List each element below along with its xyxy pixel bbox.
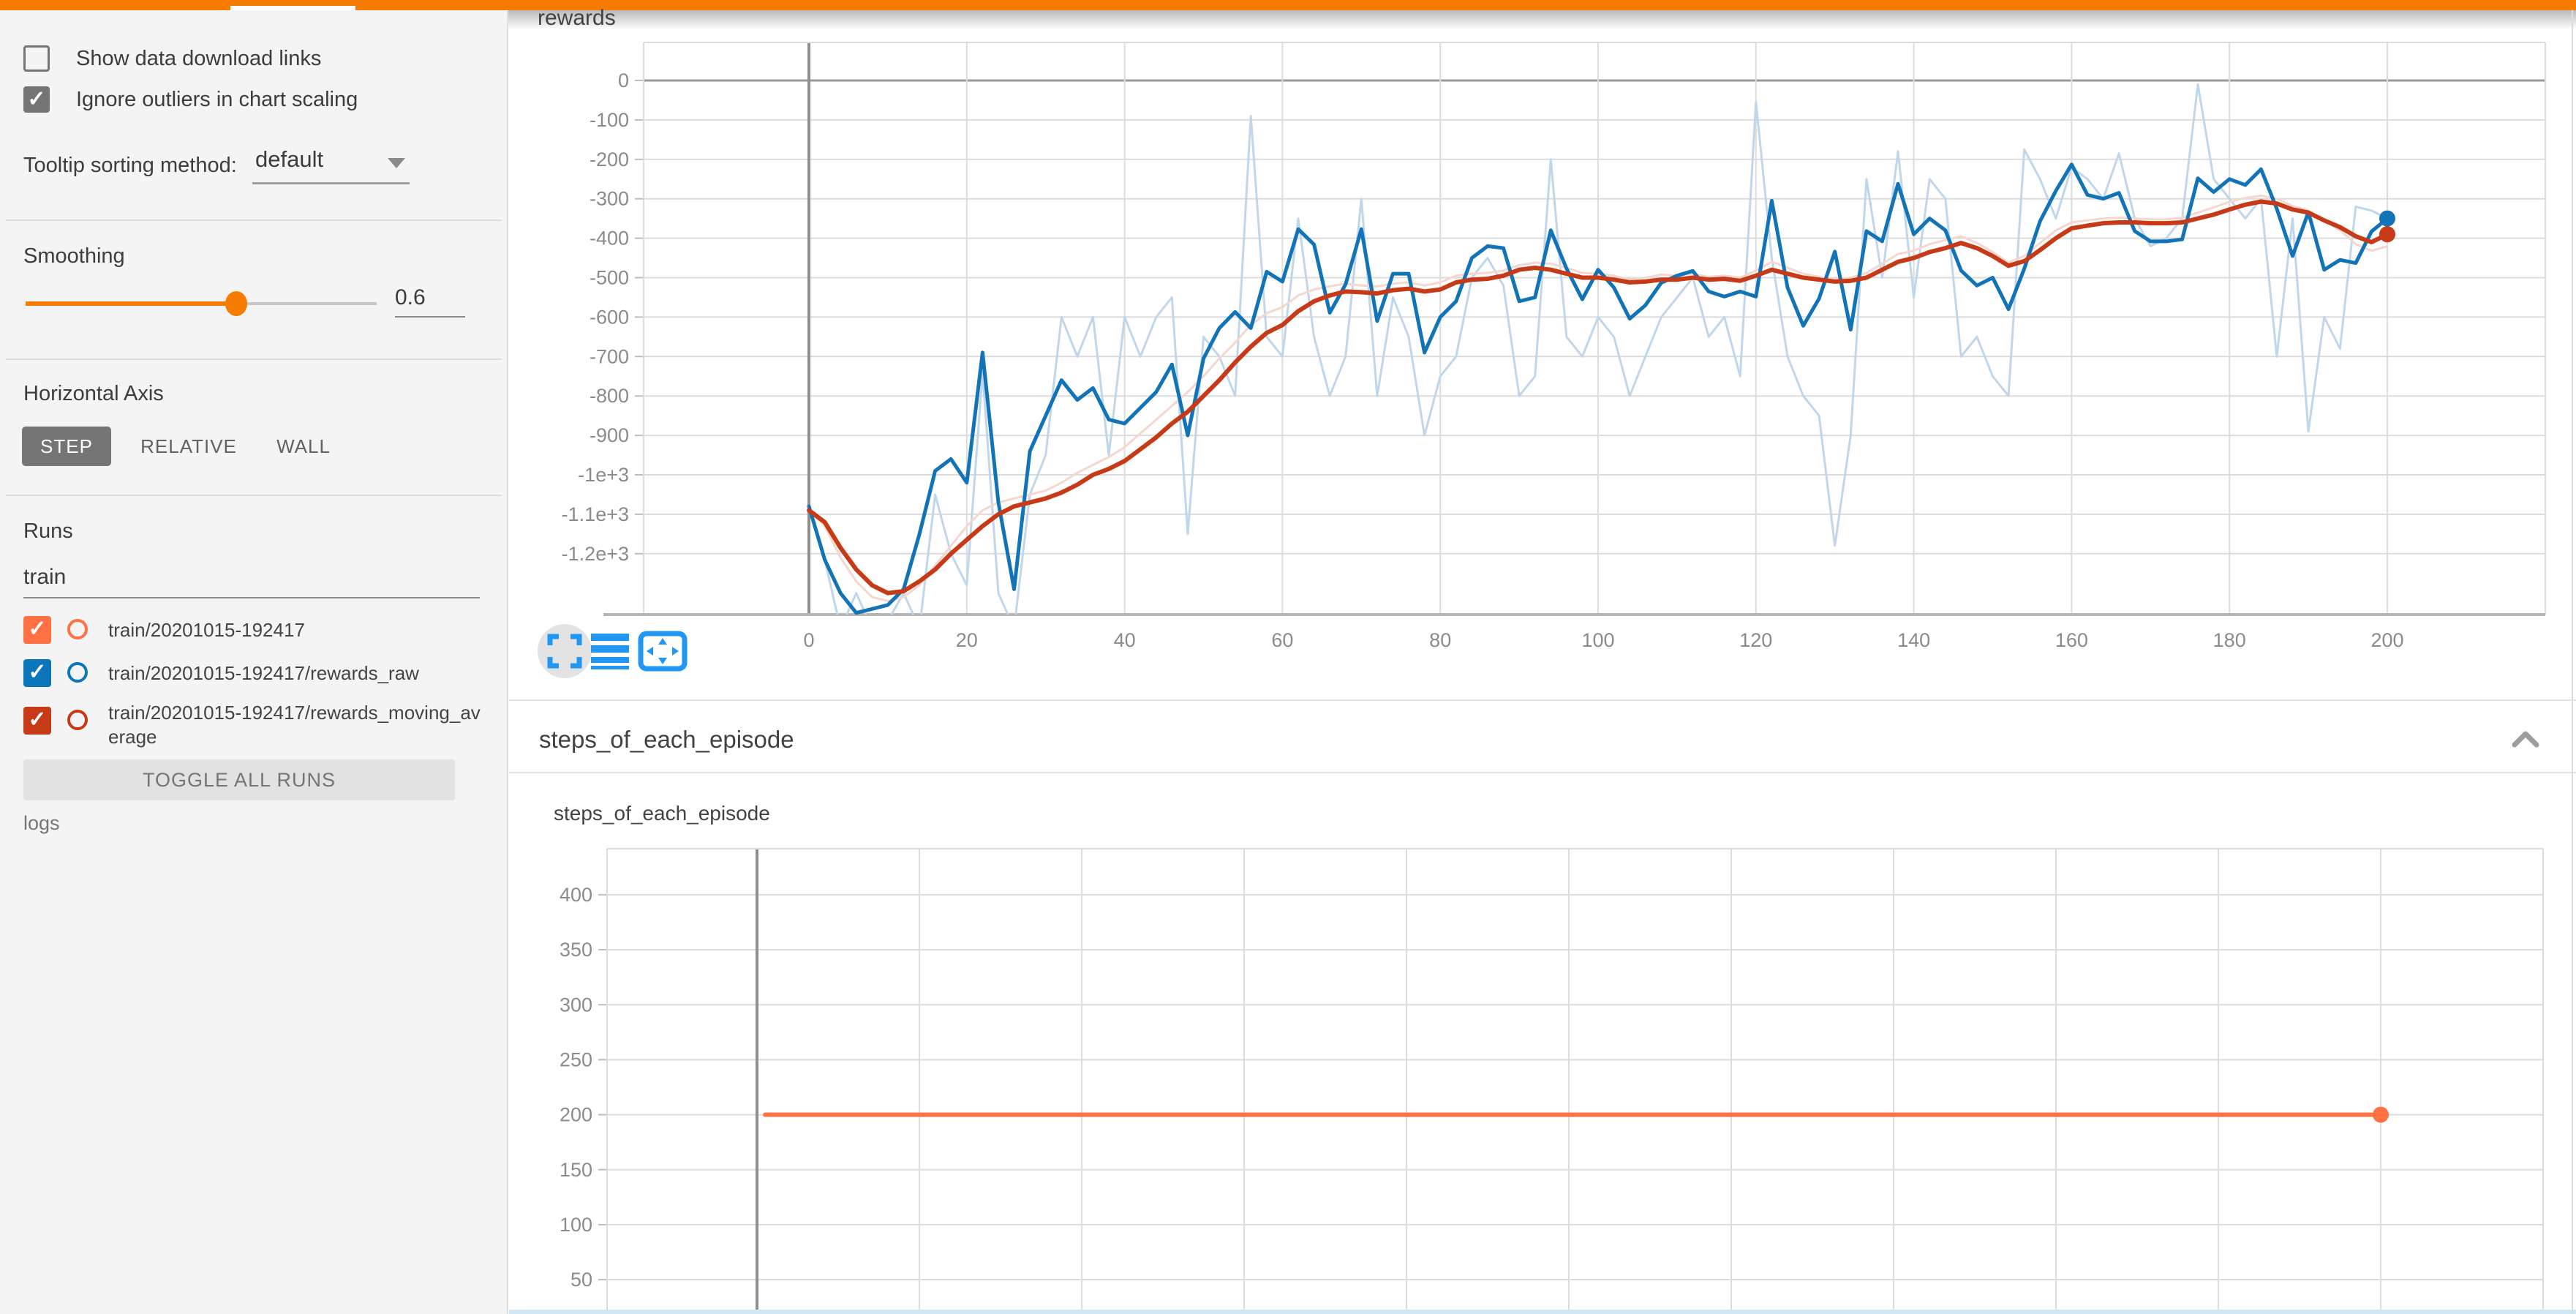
svg-text:80: 80 bbox=[1429, 629, 1451, 651]
tooltip-sorting-label: Tooltip sorting method: bbox=[23, 154, 237, 178]
logs-footer-label: logs bbox=[23, 812, 60, 835]
run-radio[interactable] bbox=[67, 619, 88, 639]
svg-text:250: 250 bbox=[560, 1048, 592, 1070]
steps-chart-title: steps_of_each_episode bbox=[554, 802, 770, 825]
divider bbox=[509, 699, 2576, 701]
data-series-button[interactable] bbox=[590, 632, 630, 670]
show-download-links-checkbox[interactable] bbox=[23, 45, 50, 72]
svg-text:-500: -500 bbox=[590, 267, 629, 289]
rewards-line-chart[interactable]: 0 -100 -200 -300 -400 -500 -600 -700 -800 -900 -1e… bbox=[509, 29, 2576, 658]
svg-text:160: 160 bbox=[2055, 629, 2088, 651]
settings-sidebar: Show data download links ✓ Ignore outlie… bbox=[0, 10, 508, 1314]
axis-step-button[interactable]: STEP bbox=[22, 427, 111, 466]
run-label: train/20201015-192417 bbox=[108, 619, 489, 642]
svg-text:-1e+3: -1e+3 bbox=[578, 464, 629, 486]
rewards-chart-title: rewards bbox=[538, 6, 616, 31]
divider bbox=[6, 495, 502, 496]
svg-text:60: 60 bbox=[1271, 629, 1293, 651]
divider bbox=[509, 772, 2576, 773]
expand-chart-button[interactable] bbox=[538, 624, 592, 678]
svg-text:0: 0 bbox=[803, 629, 814, 651]
svg-text:-200: -200 bbox=[590, 149, 629, 170]
data-series-icon bbox=[590, 632, 630, 670]
svg-text:120: 120 bbox=[1739, 629, 1772, 651]
svg-text:-100: -100 bbox=[590, 109, 629, 131]
svg-text:-700: -700 bbox=[590, 345, 629, 367]
tooltip-sorting-value: default bbox=[255, 146, 323, 173]
top-toolbar bbox=[0, 0, 2576, 10]
svg-text:180: 180 bbox=[2213, 629, 2246, 651]
toggle-all-runs-button[interactable]: TOGGLE ALL RUNS bbox=[23, 759, 455, 800]
chevron-up-icon bbox=[2507, 724, 2544, 754]
svg-text:-1.2e+3: -1.2e+3 bbox=[562, 543, 629, 565]
svg-text:350: 350 bbox=[560, 939, 592, 961]
tooltip-sorting-dropdown[interactable]: default bbox=[252, 146, 410, 184]
svg-text:-800: -800 bbox=[590, 385, 629, 407]
svg-text:-900: -900 bbox=[590, 424, 629, 446]
run-label: train/20201015-192417/rewards_moving_ave… bbox=[108, 701, 483, 749]
smoothing-value-input[interactable] bbox=[395, 285, 465, 318]
page-right-edge bbox=[2572, 10, 2573, 1314]
svg-text:20: 20 bbox=[956, 629, 978, 651]
divider bbox=[6, 358, 502, 360]
ignore-outliers-label: Ignore outliers in chart scaling bbox=[76, 88, 358, 112]
run-checkbox[interactable]: ✓ bbox=[23, 659, 51, 687]
svg-text:0: 0 bbox=[618, 70, 629, 91]
svg-text:200: 200 bbox=[2370, 629, 2403, 651]
run-radio[interactable] bbox=[67, 662, 88, 683]
svg-text:400: 400 bbox=[560, 884, 592, 906]
expand-icon bbox=[547, 634, 582, 669]
ignore-outliers-checkbox[interactable]: ✓ bbox=[23, 86, 50, 113]
section-header-title: steps_of_each_episode bbox=[539, 726, 794, 754]
smoothing-slider-thumb[interactable] bbox=[225, 291, 247, 316]
steps-line-chart[interactable]: 400 350 300 250 200 150 100 50 bbox=[509, 841, 2576, 1314]
show-download-links-label: Show data download links bbox=[76, 47, 321, 71]
axis-wall-button[interactable]: WALL bbox=[260, 427, 347, 466]
svg-text:300: 300 bbox=[560, 994, 592, 1015]
svg-text:-1.1e+3: -1.1e+3 bbox=[562, 503, 629, 525]
run-row-rewards-moving-average[interactable]: ✓ train/20201015-192417/rewards_moving_a… bbox=[0, 701, 508, 764]
run-checkbox[interactable]: ✓ bbox=[23, 616, 51, 644]
fit-domain-button[interactable] bbox=[638, 631, 688, 672]
fit-domain-icon bbox=[638, 631, 688, 672]
svg-text:-600: -600 bbox=[590, 306, 629, 328]
svg-text:150: 150 bbox=[560, 1159, 592, 1181]
divider bbox=[6, 219, 502, 221]
run-row-rewards-raw[interactable]: ✓ train/20201015-192417/rewards_raw bbox=[0, 658, 508, 699]
svg-text:40: 40 bbox=[1114, 629, 1136, 651]
svg-text:100: 100 bbox=[560, 1214, 592, 1236]
svg-text:-400: -400 bbox=[590, 228, 629, 249]
horizontal-axis-label: Horizontal Axis bbox=[23, 382, 164, 406]
runs-filter-input[interactable] bbox=[23, 565, 480, 598]
svg-text:-300: -300 bbox=[590, 188, 629, 210]
axis-relative-button[interactable]: RELATIVE bbox=[134, 427, 244, 466]
collapse-section-button[interactable] bbox=[2507, 724, 2544, 754]
chevron-down-icon bbox=[388, 158, 405, 168]
svg-text:100: 100 bbox=[1581, 629, 1614, 651]
run-radio[interactable] bbox=[67, 710, 88, 730]
svg-text:50: 50 bbox=[570, 1269, 592, 1291]
run-checkbox[interactable]: ✓ bbox=[23, 707, 51, 735]
smoothing-slider-fill bbox=[26, 301, 236, 306]
runs-label: Runs bbox=[23, 519, 73, 544]
scroll-strip bbox=[509, 1310, 2576, 1314]
smoothing-label: Smoothing bbox=[23, 244, 125, 269]
svg-text:140: 140 bbox=[1897, 629, 1930, 651]
svg-text:200: 200 bbox=[560, 1104, 592, 1126]
run-label: train/20201015-192417/rewards_raw bbox=[108, 662, 489, 685]
run-row-train[interactable]: ✓ train/20201015-192417 bbox=[0, 615, 508, 656]
